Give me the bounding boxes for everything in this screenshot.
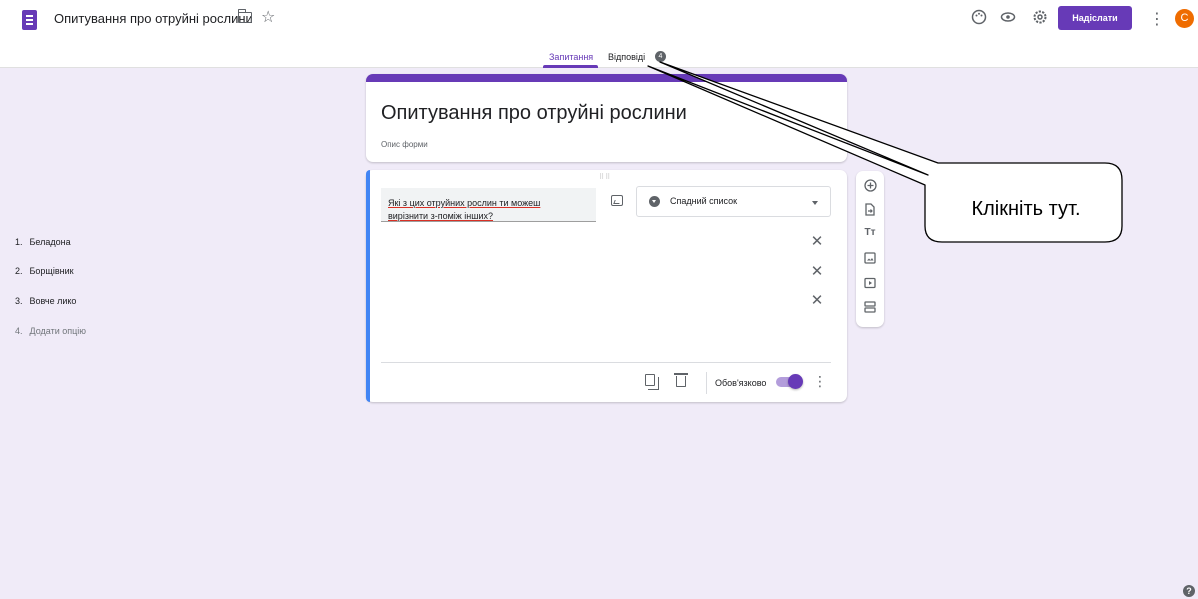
responses-count-badge: 4 (655, 51, 666, 62)
add-video-icon[interactable] (856, 277, 884, 292)
add-section-icon[interactable] (856, 301, 884, 316)
palette-icon[interactable] (970, 9, 988, 27)
add-title-text-icon[interactable]: Tт (856, 227, 884, 238)
question-text: Які з цих отруйних рослин ти можеш виріз… (388, 198, 541, 221)
delete-trash-icon[interactable] (674, 373, 688, 387)
more-vert-icon[interactable]: ⋮ (1149, 9, 1165, 29)
tab-responses[interactable]: Відповіді (608, 52, 645, 62)
option-number: 4. (15, 326, 23, 336)
remove-option-close-icon[interactable]: ✕ (810, 232, 824, 250)
question-type-select[interactable]: Спадний список (636, 186, 831, 217)
footer-vertical-divider (706, 372, 707, 394)
required-label: Обов'язково (715, 378, 767, 388)
option-number: 1. (15, 237, 23, 247)
form-title[interactable]: Опитування про отруйні рослини (381, 102, 687, 125)
add-image-icon[interactable] (856, 252, 884, 267)
callout-text: Клікніть тут. (971, 198, 1081, 220)
forms-logo-icon[interactable] (22, 10, 37, 30)
question-type-label: Спадний список (670, 196, 738, 206)
option-label[interactable]: Беладона (30, 237, 71, 247)
folder-icon[interactable] (237, 9, 252, 23)
option-number: 2. (15, 266, 23, 276)
option-item[interactable]: 1. Беладона (15, 237, 71, 247)
document-title[interactable]: Опитування про отруйні рослини (54, 11, 253, 26)
drag-handle-icon[interactable]: ⠿⠿ (599, 173, 611, 181)
option-label[interactable]: Борщівник (30, 266, 74, 276)
help-question-icon[interactable]: ? (1183, 585, 1195, 597)
option-item[interactable]: 3. Вовче лико (15, 296, 76, 306)
preview-eye-icon[interactable] (999, 9, 1017, 27)
star-icon[interactable]: ☆ (261, 7, 275, 27)
required-toggle-thumb[interactable] (788, 374, 803, 389)
form-title-card[interactable]: Опитування про отруйні рослини Опис форм… (366, 74, 847, 162)
option-item[interactable]: 2. Борщівник (15, 266, 74, 276)
question-more-icon[interactable]: ⋮ (813, 373, 827, 390)
add-image-icon[interactable] (611, 195, 623, 206)
top-bar: Опитування про отруйні рослини ☆ Надісла… (0, 0, 1198, 68)
add-option-label[interactable]: Додати опцію (30, 326, 87, 336)
dropdown-type-icon (649, 196, 660, 207)
question-title-input[interactable]: Які з цих отруйних рослин ти можеш виріз… (381, 188, 596, 222)
settings-gear-icon[interactable] (1031, 9, 1049, 27)
question-footer-divider (381, 362, 831, 363)
remove-option-close-icon[interactable]: ✕ (810, 291, 824, 309)
add-option-item[interactable]: 4. Додати опцію (15, 326, 86, 336)
tab-questions[interactable]: Запитання (549, 52, 593, 62)
add-question-plus-icon[interactable] (856, 179, 884, 195)
import-questions-icon[interactable] (856, 203, 884, 219)
avatar[interactable]: C (1175, 9, 1194, 28)
option-label[interactable]: Вовче лико (30, 296, 77, 306)
form-description-field[interactable]: Опис форми (381, 140, 428, 149)
option-number: 3. (15, 296, 23, 306)
remove-option-close-icon[interactable]: ✕ (810, 262, 824, 280)
active-question-accent (366, 170, 370, 402)
send-button[interactable]: Надіслати (1058, 6, 1132, 30)
duplicate-icon[interactable] (645, 374, 659, 390)
chevron-down-icon (812, 201, 818, 205)
side-toolbar: Tт (856, 171, 884, 327)
active-tab-indicator (543, 65, 598, 68)
question-card[interactable]: ⠿⠿ Які з цих отруйних рослин ти можеш ви… (366, 170, 847, 402)
